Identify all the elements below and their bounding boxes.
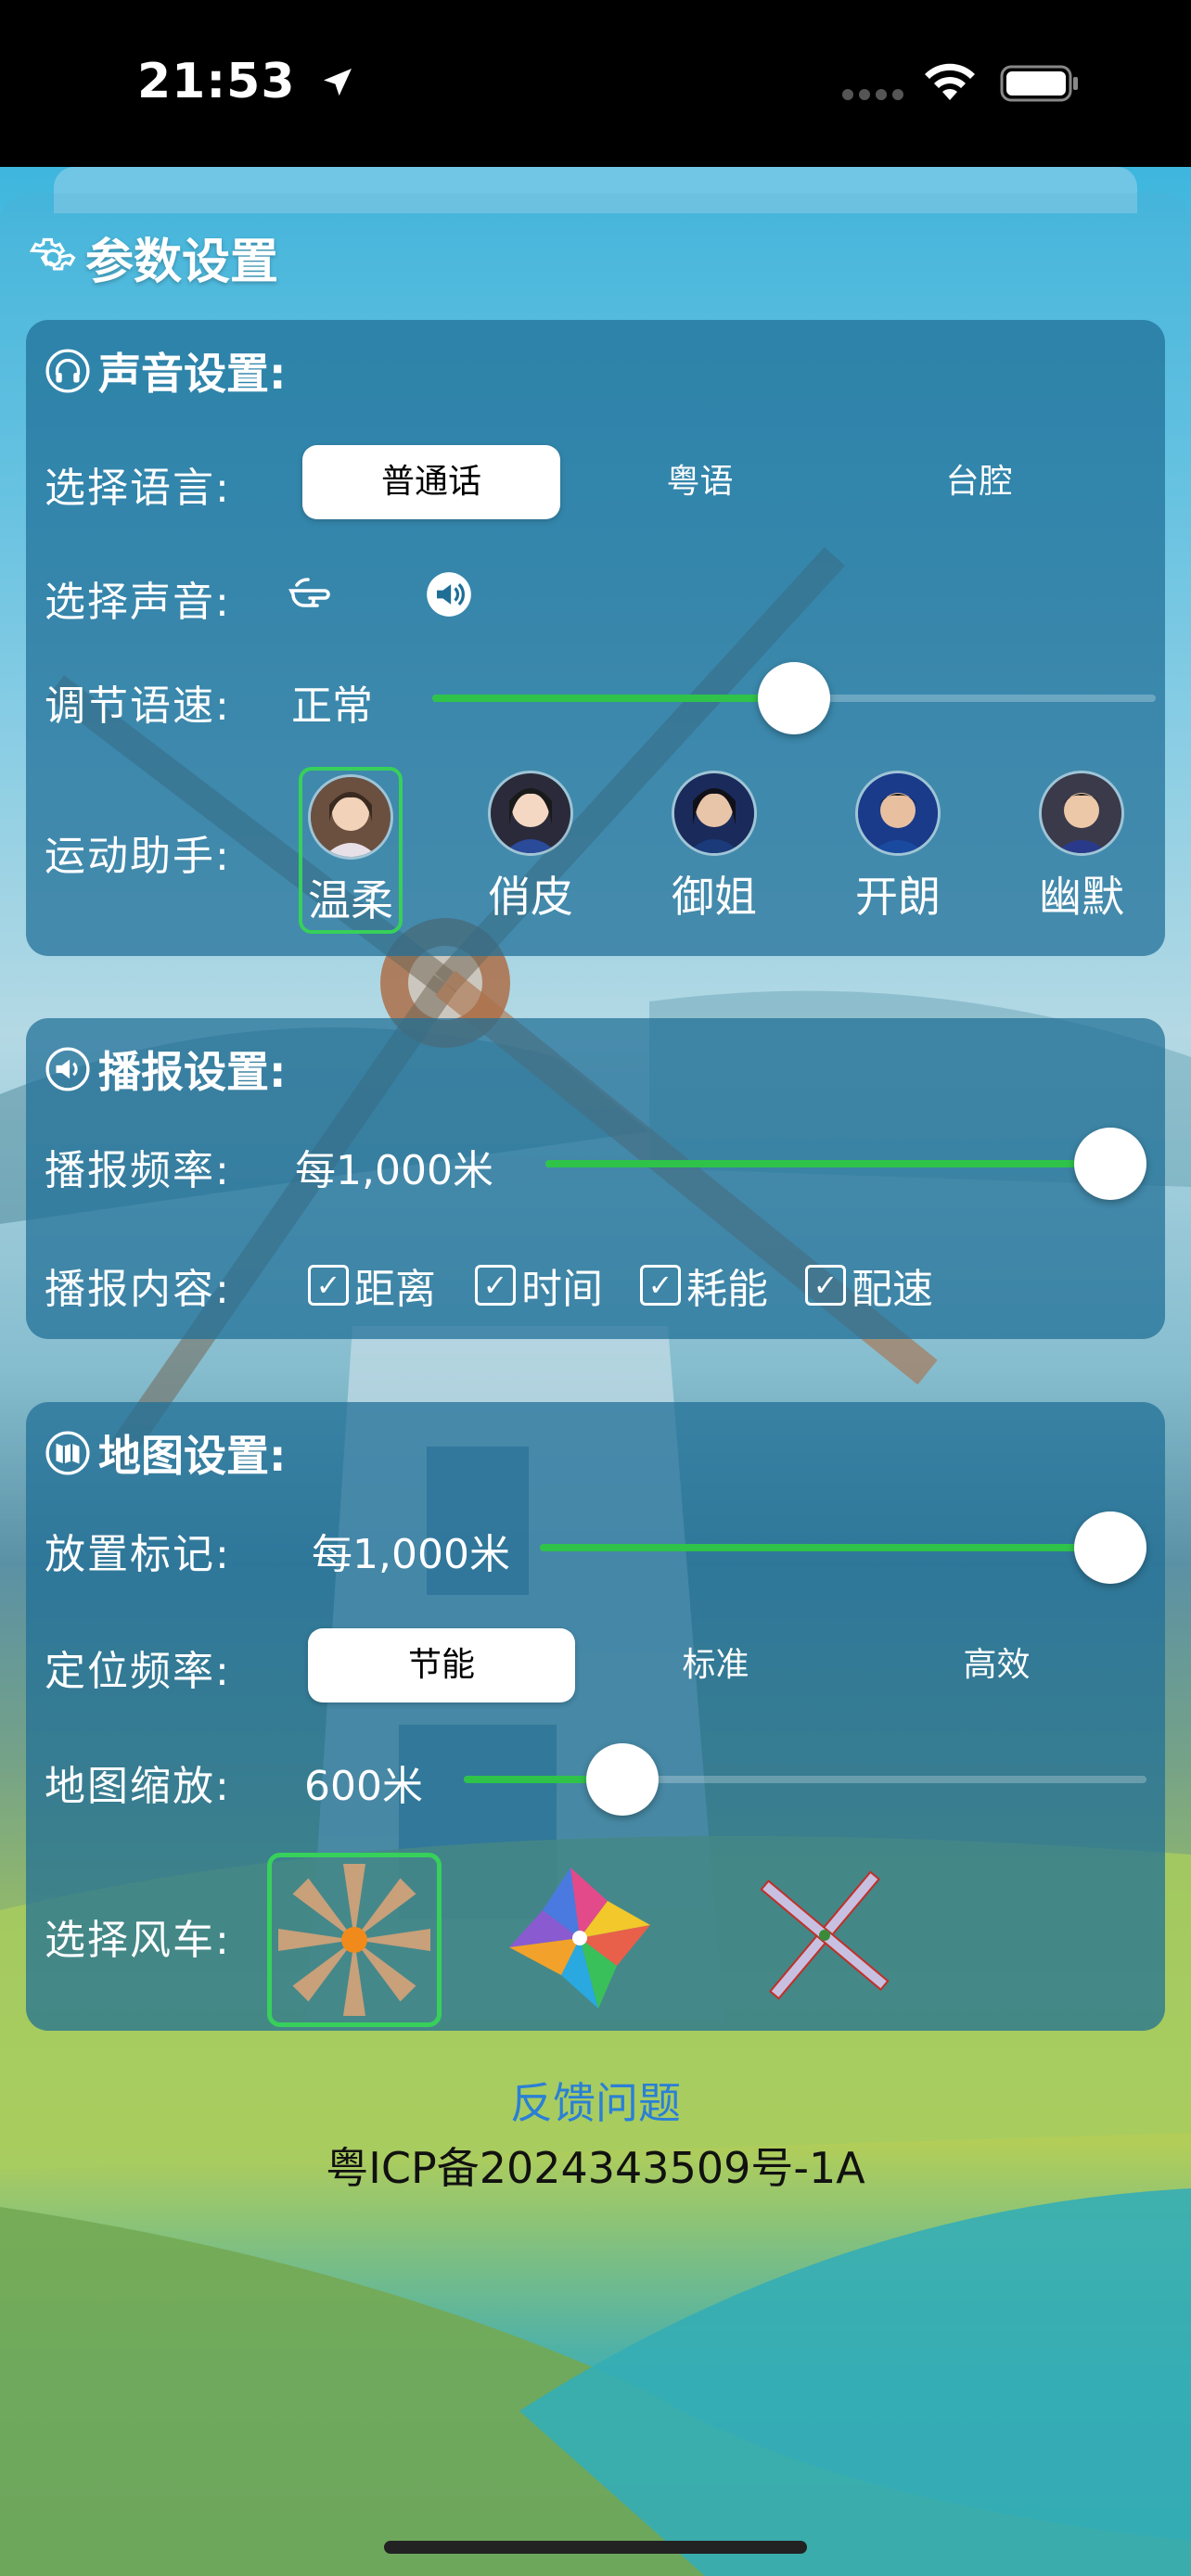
speed-value: 正常: [291, 682, 373, 730]
sound-settings-panel: 声音设置: 选择语言: 普通话 粤语 台腔 选择声音: 调节语速: 正常 运动助…: [26, 320, 1165, 956]
speed-slider[interactable]: [432, 660, 1156, 734]
marker-slider[interactable]: [540, 1510, 1146, 1584]
battery-icon: [1000, 65, 1078, 102]
locate-option-standard[interactable]: 标准: [575, 1628, 856, 1702]
cross-windmill-icon: [760, 1870, 890, 2000]
zoom-slider[interactable]: [464, 1741, 1146, 1816]
avatar: [308, 774, 393, 860]
locate-option-power-saving[interactable]: 节能: [308, 1628, 575, 1702]
settings-screen: 21:53 参数设置 声音设置: 选择语言: 普通话 粤语 台腔 选择声音: 调…: [0, 0, 1191, 2576]
speed-label: 调节语速:: [45, 682, 231, 730]
broadcast-content-label: 播报内容:: [45, 1266, 231, 1313]
assistant-option-playful[interactable]: 俏皮: [482, 771, 579, 925]
locate-option-efficient[interactable]: 高效: [856, 1628, 1137, 1702]
sound-settings-title-text: 声音设置:: [98, 349, 287, 399]
wooden-windmill-icon: [278, 1864, 430, 2016]
zoom-slider-thumb[interactable]: [585, 1743, 659, 1816]
checkbox-checked-icon: ✓: [640, 1265, 681, 1306]
wifi-icon: [924, 63, 975, 100]
language-option-mandarin[interactable]: 普通话: [302, 445, 560, 519]
location-arrow-icon: [323, 69, 352, 96]
assistant-option-humorous[interactable]: 幽默: [1033, 771, 1130, 925]
language-segmented-control: 普通话 粤语 台腔: [302, 445, 1119, 519]
assistant-option-mature[interactable]: 御姐: [666, 771, 762, 925]
zoom-value: 600米: [304, 1763, 423, 1810]
language-label: 选择语言:: [45, 465, 231, 512]
status-bar: 21:53: [0, 0, 1191, 167]
marker-slider-fill: [540, 1544, 1110, 1551]
checkbox-checked-icon: ✓: [308, 1265, 349, 1306]
checkbox-checked-icon: ✓: [805, 1265, 846, 1306]
broadcast-settings-panel: 播报设置: 播报频率: 每1,000米 播报内容: ✓ 距离 ✓ 时间 ✓ 耗能…: [26, 1018, 1165, 1339]
locate-frequency-label: 定位频率:: [45, 1648, 231, 1695]
map-settings-title-text: 地图设置:: [98, 1431, 287, 1481]
locate-frequency-segmented-control: 节能 标准 高效: [308, 1628, 1137, 1702]
avatar: [1039, 771, 1124, 856]
pointing-hand-icon[interactable]: [288, 568, 347, 620]
status-time-text: 21:53: [137, 54, 296, 109]
avatar: [488, 771, 573, 856]
assistant-name: 幽默: [1039, 872, 1124, 922]
checkbox-label: 配速: [852, 1266, 933, 1313]
status-time: 21:53: [137, 54, 356, 109]
assistant-name: 开朗: [855, 872, 941, 922]
language-option-taiwanese[interactable]: 台腔: [839, 445, 1119, 519]
checkbox-checked-icon: ✓: [475, 1265, 516, 1306]
broadcast-frequency-slider-fill: [545, 1160, 1110, 1167]
broadcast-frequency-label: 播报频率:: [45, 1147, 231, 1194]
windmill-option-cross[interactable]: [742, 1853, 907, 2018]
assistant-label: 运动助手:: [45, 833, 231, 880]
assistant-name: 俏皮: [488, 872, 573, 922]
broadcast-frequency-slider-thumb[interactable]: [1074, 1128, 1146, 1200]
sound-settings-title: 声音设置:: [45, 340, 286, 402]
broadcast-settings-title-text: 播报设置:: [98, 1047, 287, 1097]
speed-slider-thumb[interactable]: [758, 662, 830, 734]
windmill-option-pinwheel[interactable]: [497, 1853, 662, 2018]
broadcast-frequency-value: 每1,000米: [295, 1147, 493, 1194]
marker-label: 放置标记:: [45, 1531, 231, 1578]
windmill-option-wooden[interactable]: [267, 1853, 442, 2027]
feedback-link[interactable]: 反馈问题: [0, 2070, 1191, 2131]
headphones-icon: [45, 349, 90, 393]
map-settings-panel: 地图设置: 放置标记: 每1,000米 定位频率: 节能 标准 高效 地图缩放:…: [26, 1402, 1165, 2031]
speed-slider-fill: [432, 695, 794, 702]
pinwheel-icon: [509, 1868, 650, 2009]
checkbox-label: 耗能: [686, 1266, 768, 1313]
home-indicator[interactable]: [384, 2541, 807, 2554]
content-checkbox-pace[interactable]: ✓ 配速: [805, 1256, 933, 1315]
marker-slider-thumb[interactable]: [1074, 1511, 1146, 1584]
voice-label: 选择声音:: [45, 579, 231, 626]
status-icons: [840, 63, 1080, 108]
avatar: [672, 771, 757, 856]
content-checkbox-energy[interactable]: ✓ 耗能: [640, 1256, 768, 1315]
page-title-text: 参数设置: [85, 235, 279, 290]
zoom-label: 地图缩放:: [45, 1763, 231, 1810]
windmill-label: 选择风车:: [45, 1917, 231, 1964]
content-checkbox-distance[interactable]: ✓ 距离: [308, 1256, 436, 1315]
gear-icon: [29, 237, 76, 270]
language-option-cantonese[interactable]: 粤语: [560, 445, 839, 519]
speaker-icon: [45, 1047, 90, 1091]
map-icon: [45, 1431, 90, 1475]
assistant-name: 温柔: [308, 875, 393, 925]
assistant-name: 御姐: [672, 872, 757, 922]
speaker-play-icon[interactable]: [425, 570, 473, 618]
content-checkbox-time[interactable]: ✓ 时间: [475, 1256, 603, 1315]
icp-number: 粤ICP备2024343509号-1A: [326, 2143, 865, 2193]
checkbox-label: 时间: [521, 1266, 603, 1313]
map-settings-title: 地图设置:: [45, 1422, 286, 1484]
broadcast-frequency-slider[interactable]: [545, 1126, 1146, 1200]
page-title: 参数设置: [28, 223, 278, 292]
marker-value: 每1,000米: [312, 1531, 510, 1578]
checkbox-label: 距离: [354, 1266, 436, 1313]
assistant-option-gentle[interactable]: 温柔: [299, 767, 403, 934]
broadcast-settings-title: 播报设置:: [45, 1039, 286, 1100]
avatar: [855, 771, 941, 856]
assistant-option-cheerful[interactable]: 开朗: [850, 771, 946, 925]
signal-dots-icon: [841, 89, 903, 100]
